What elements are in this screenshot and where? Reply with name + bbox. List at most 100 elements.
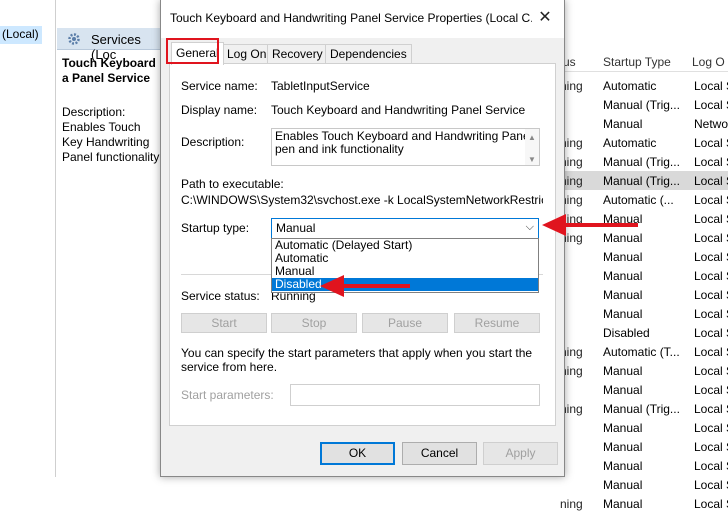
stop-button[interactable]: Stop xyxy=(271,313,357,333)
table-row[interactable]: ningManual (Trig...Local S xyxy=(560,152,728,171)
table-row[interactable]: Manual Local S xyxy=(560,437,728,456)
column-log-on[interactable]: Log O xyxy=(692,55,725,69)
pause-button[interactable]: Pause xyxy=(362,313,448,333)
startup-type-label: Startup type: xyxy=(181,221,250,235)
table-row[interactable]: Manual Local S xyxy=(560,475,728,494)
row-log-on: Local S xyxy=(694,364,728,378)
resume-button[interactable]: Resume xyxy=(454,313,540,333)
row-startup-type: Disabled xyxy=(603,326,650,340)
row-startup-type: Manual xyxy=(603,269,643,283)
row-log-on: Local S xyxy=(694,421,728,435)
service-name-label: Service name: xyxy=(181,79,258,93)
row-log-on: Local S xyxy=(694,402,728,416)
scope-item-local[interactable]: (Local) xyxy=(0,26,42,44)
startup-type-arrow xyxy=(542,214,638,236)
row-log-on: Local S xyxy=(694,345,728,359)
row-startup-type: Manual xyxy=(603,288,643,302)
row-log-on: Local S xyxy=(694,250,728,264)
start-button[interactable]: Start xyxy=(181,313,267,333)
row-startup-type: Manual (Trig... xyxy=(603,174,680,188)
row-startup-type: Manual (Trig... xyxy=(603,155,680,169)
table-row[interactable]: Manual Netwo xyxy=(560,114,728,133)
row-startup-type: Manual (Trig... xyxy=(603,98,680,112)
description-heading: Description: xyxy=(62,105,126,119)
row-log-on: Local S xyxy=(694,497,728,511)
cancel-button[interactable]: Cancel xyxy=(402,442,477,465)
table-row[interactable]: ningManual (Trig...Local S xyxy=(560,171,728,190)
description-label: Description: xyxy=(181,135,245,149)
table-row[interactable]: ningAutomatic (...Local S xyxy=(560,190,728,209)
row-log-on: Local S xyxy=(694,307,728,321)
scroll-up-icon[interactable]: ▲ xyxy=(528,131,536,144)
row-log-on: Local S xyxy=(694,288,728,302)
start-params-input[interactable] xyxy=(290,384,540,406)
close-button[interactable]: ✕ xyxy=(532,7,558,31)
display-name-value: Touch Keyboard and Handwriting Panel Ser… xyxy=(271,103,526,117)
row-log-on: Netwo xyxy=(694,117,728,131)
table-row[interactable]: Manual Local S xyxy=(560,266,728,285)
row-startup-type: Automatic xyxy=(603,79,657,93)
row-log-on: Local S xyxy=(694,269,728,283)
table-row[interactable]: ningAutomaticLocal S xyxy=(560,76,728,95)
table-row[interactable]: ningAutomaticLocal S xyxy=(560,133,728,152)
selected-service-name: Touch Keyboard a Panel Service xyxy=(62,56,156,85)
table-row[interactable]: Disabled Local S xyxy=(560,323,728,342)
general-tab-highlight xyxy=(166,38,219,64)
services-banner: Services (Loc xyxy=(57,28,167,62)
row-log-on: Local S xyxy=(694,79,728,93)
row-log-on: Local S xyxy=(694,231,728,245)
row-startup-type: Automatic (T... xyxy=(603,345,680,359)
row-startup-type: Manual xyxy=(603,117,643,131)
table-row[interactable]: Manual Local S xyxy=(560,247,728,266)
row-startup-type: Automatic (... xyxy=(603,193,674,207)
row-log-on: Local S xyxy=(694,478,728,492)
gear-icon xyxy=(68,33,80,45)
description-scrollbar[interactable]: ▲ ▼ xyxy=(525,129,539,165)
row-startup-type: Manual xyxy=(603,497,643,511)
description-box[interactable]: Enables Touch Keyboard and Handwriting P… xyxy=(271,128,540,166)
table-row[interactable]: Manual (Trig... Local S xyxy=(560,95,728,114)
description-value: Enables Touch Keyboard and Handwriting P… xyxy=(275,129,533,156)
tab-recovery[interactable]: Recovery xyxy=(267,44,328,64)
row-log-on: Local S xyxy=(694,459,728,473)
dialog-title: Touch Keyboard and Handwriting Panel Ser… xyxy=(170,11,532,25)
column-startup-type[interactable]: Startup Type xyxy=(603,55,671,69)
scope-tree: (Local) xyxy=(0,0,56,477)
path-value: C:\WINDOWS\System32\svchost.exe -k Local… xyxy=(181,193,543,207)
row-startup-type: Manual xyxy=(603,250,643,264)
table-row[interactable]: Manual Local S xyxy=(560,285,728,304)
row-startup-type: Manual xyxy=(603,383,643,397)
table-row[interactable]: Manual Local S xyxy=(560,456,728,475)
table-row[interactable]: ningManual (Trig...Local S xyxy=(560,399,728,418)
extended-description-panel: Touch Keyboard a Panel Service Descripti… xyxy=(62,56,162,165)
row-log-on: Local S xyxy=(694,136,728,150)
service-status-label: Service status: xyxy=(181,289,260,303)
ok-button[interactable]: OK xyxy=(320,442,395,465)
general-tab-panel: Service name: TabletInputService Display… xyxy=(169,63,556,426)
table-row[interactable]: Manual Local S xyxy=(560,380,728,399)
table-row[interactable]: ningAutomatic (T...Local S xyxy=(560,342,728,361)
table-row[interactable]: Manual Local S xyxy=(560,304,728,323)
dialog-title-bar[interactable]: Touch Keyboard and Handwriting Panel Ser… xyxy=(161,0,564,38)
row-status: ning xyxy=(560,497,583,511)
start-params-label: Start parameters: xyxy=(181,388,274,402)
row-log-on: Local S xyxy=(694,440,728,454)
disabled-option-arrow xyxy=(320,275,410,297)
row-log-on: Local S xyxy=(694,212,728,226)
row-startup-type: Manual xyxy=(603,478,643,492)
table-row[interactable]: Manual Local S xyxy=(560,418,728,437)
startup-type-select[interactable]: Manual ⌵ xyxy=(271,218,539,239)
apply-button[interactable]: Apply xyxy=(483,442,558,465)
row-log-on: Local S xyxy=(694,193,728,207)
path-label: Path to executable: xyxy=(181,177,284,191)
table-row[interactable]: ningManualLocal S xyxy=(560,361,728,380)
row-startup-type: Manual xyxy=(603,440,643,454)
row-startup-type: Manual xyxy=(603,421,643,435)
scroll-down-icon[interactable]: ▼ xyxy=(528,153,536,166)
tab-dependencies[interactable]: Dependencies xyxy=(325,44,412,64)
service-name-value: TabletInputService xyxy=(271,79,370,93)
table-row[interactable]: ning Manual Local S xyxy=(560,494,728,513)
close-icon: ✕ xyxy=(538,9,552,26)
description-text: Enables Touch Key Handwriting Panel func… xyxy=(62,120,160,164)
tab-log-on[interactable]: Log On xyxy=(222,44,272,64)
